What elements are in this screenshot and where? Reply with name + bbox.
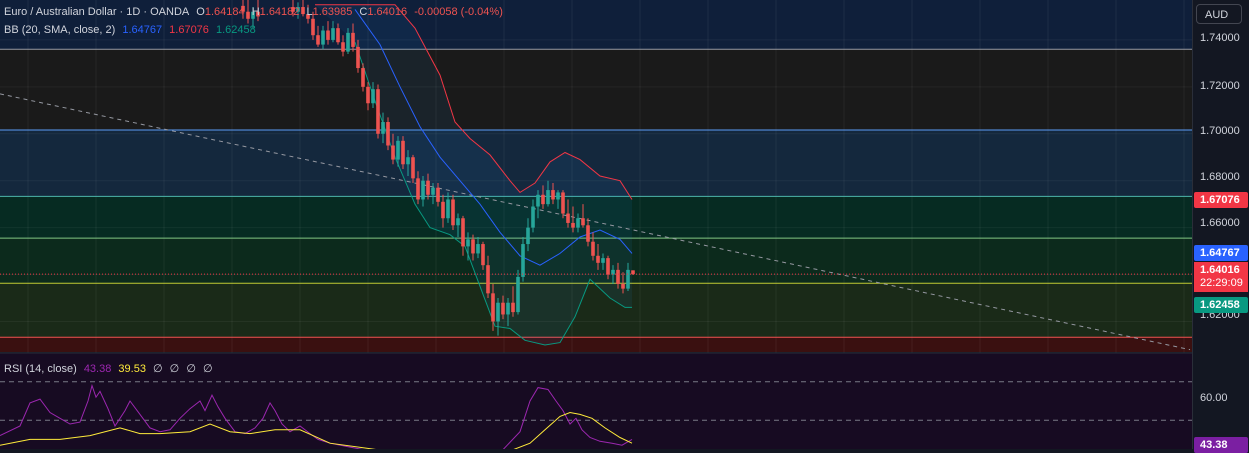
currency-button[interactable]: AUD [1196,4,1242,24]
symbol-legend: Euro / Australian Dollar · 1D · OANDA O1… [4,6,507,18]
rsi-empty-value-2: ∅ [169,363,180,375]
symbol-title[interactable]: Euro / Australian Dollar · 1D · OANDA [4,6,189,18]
high-value: 1.64182 [259,6,300,18]
high-label: H [251,6,260,18]
price-tick: 1.66000 [1200,217,1240,229]
current-price-badge: 1.64016 22:29:09 [1194,262,1248,292]
bb-indicator-label[interactable]: BB (20, SMA, close, 2) [4,24,115,36]
current-price: 1.64016 [1200,264,1240,276]
rsi-empty-value-3: ∅ [186,363,196,375]
bar-countdown: 22:29:09 [1200,277,1243,289]
rsi-empty-value-1: ∅ [153,363,163,375]
candle [451,194,455,230]
bb-basis-value: 1.64767 [122,24,163,36]
low-value: 1.63985 [312,6,353,18]
candle [386,117,390,151]
price-zone [0,337,1192,352]
price-zone [0,283,1192,338]
bb-lower-value: 1.62458 [215,24,256,36]
rsi-empty-value-4: ∅ [202,363,213,375]
price-tick: 1.70000 [1200,125,1240,137]
rsi-legend: RSI (14, close) 43.38 39.53 ∅ ∅ ∅ ∅ [4,362,217,375]
rsi-indicator-label[interactable]: RSI (14, close) [4,363,77,375]
change-value: -0.00058 (-0.04%) [414,6,503,18]
rsi-ma-value: 39.53 [118,363,146,375]
price-tick: 1.68000 [1200,171,1240,183]
rsi-badge: 43.38 [1194,437,1248,453]
bb-upper-badge: 1.67076 [1194,192,1248,208]
rsi-value: 43.38 [83,363,112,375]
low-label: L [306,6,313,18]
price-tick: 1.72000 [1200,80,1240,92]
open-value: 1.64184 [204,6,245,18]
bb-basis-badge: 1.64767 [1194,245,1248,261]
candle [401,136,405,169]
price-tick: 1.74000 [1200,32,1240,44]
price-zone [0,49,1192,131]
rsi-axis-tick: 60.00 [1200,392,1228,404]
bb-legend: BB (20, SMA, close, 2) 1.64767 1.67076 1… [4,24,260,36]
chart-canvas[interactable] [0,0,1249,449]
close-value: 1.64016 [367,6,408,18]
bb-upper-value: 1.67076 [169,24,209,36]
open-label: O [196,6,205,18]
candle [376,84,380,139]
bb-lower-badge: 1.62458 [1194,297,1248,313]
